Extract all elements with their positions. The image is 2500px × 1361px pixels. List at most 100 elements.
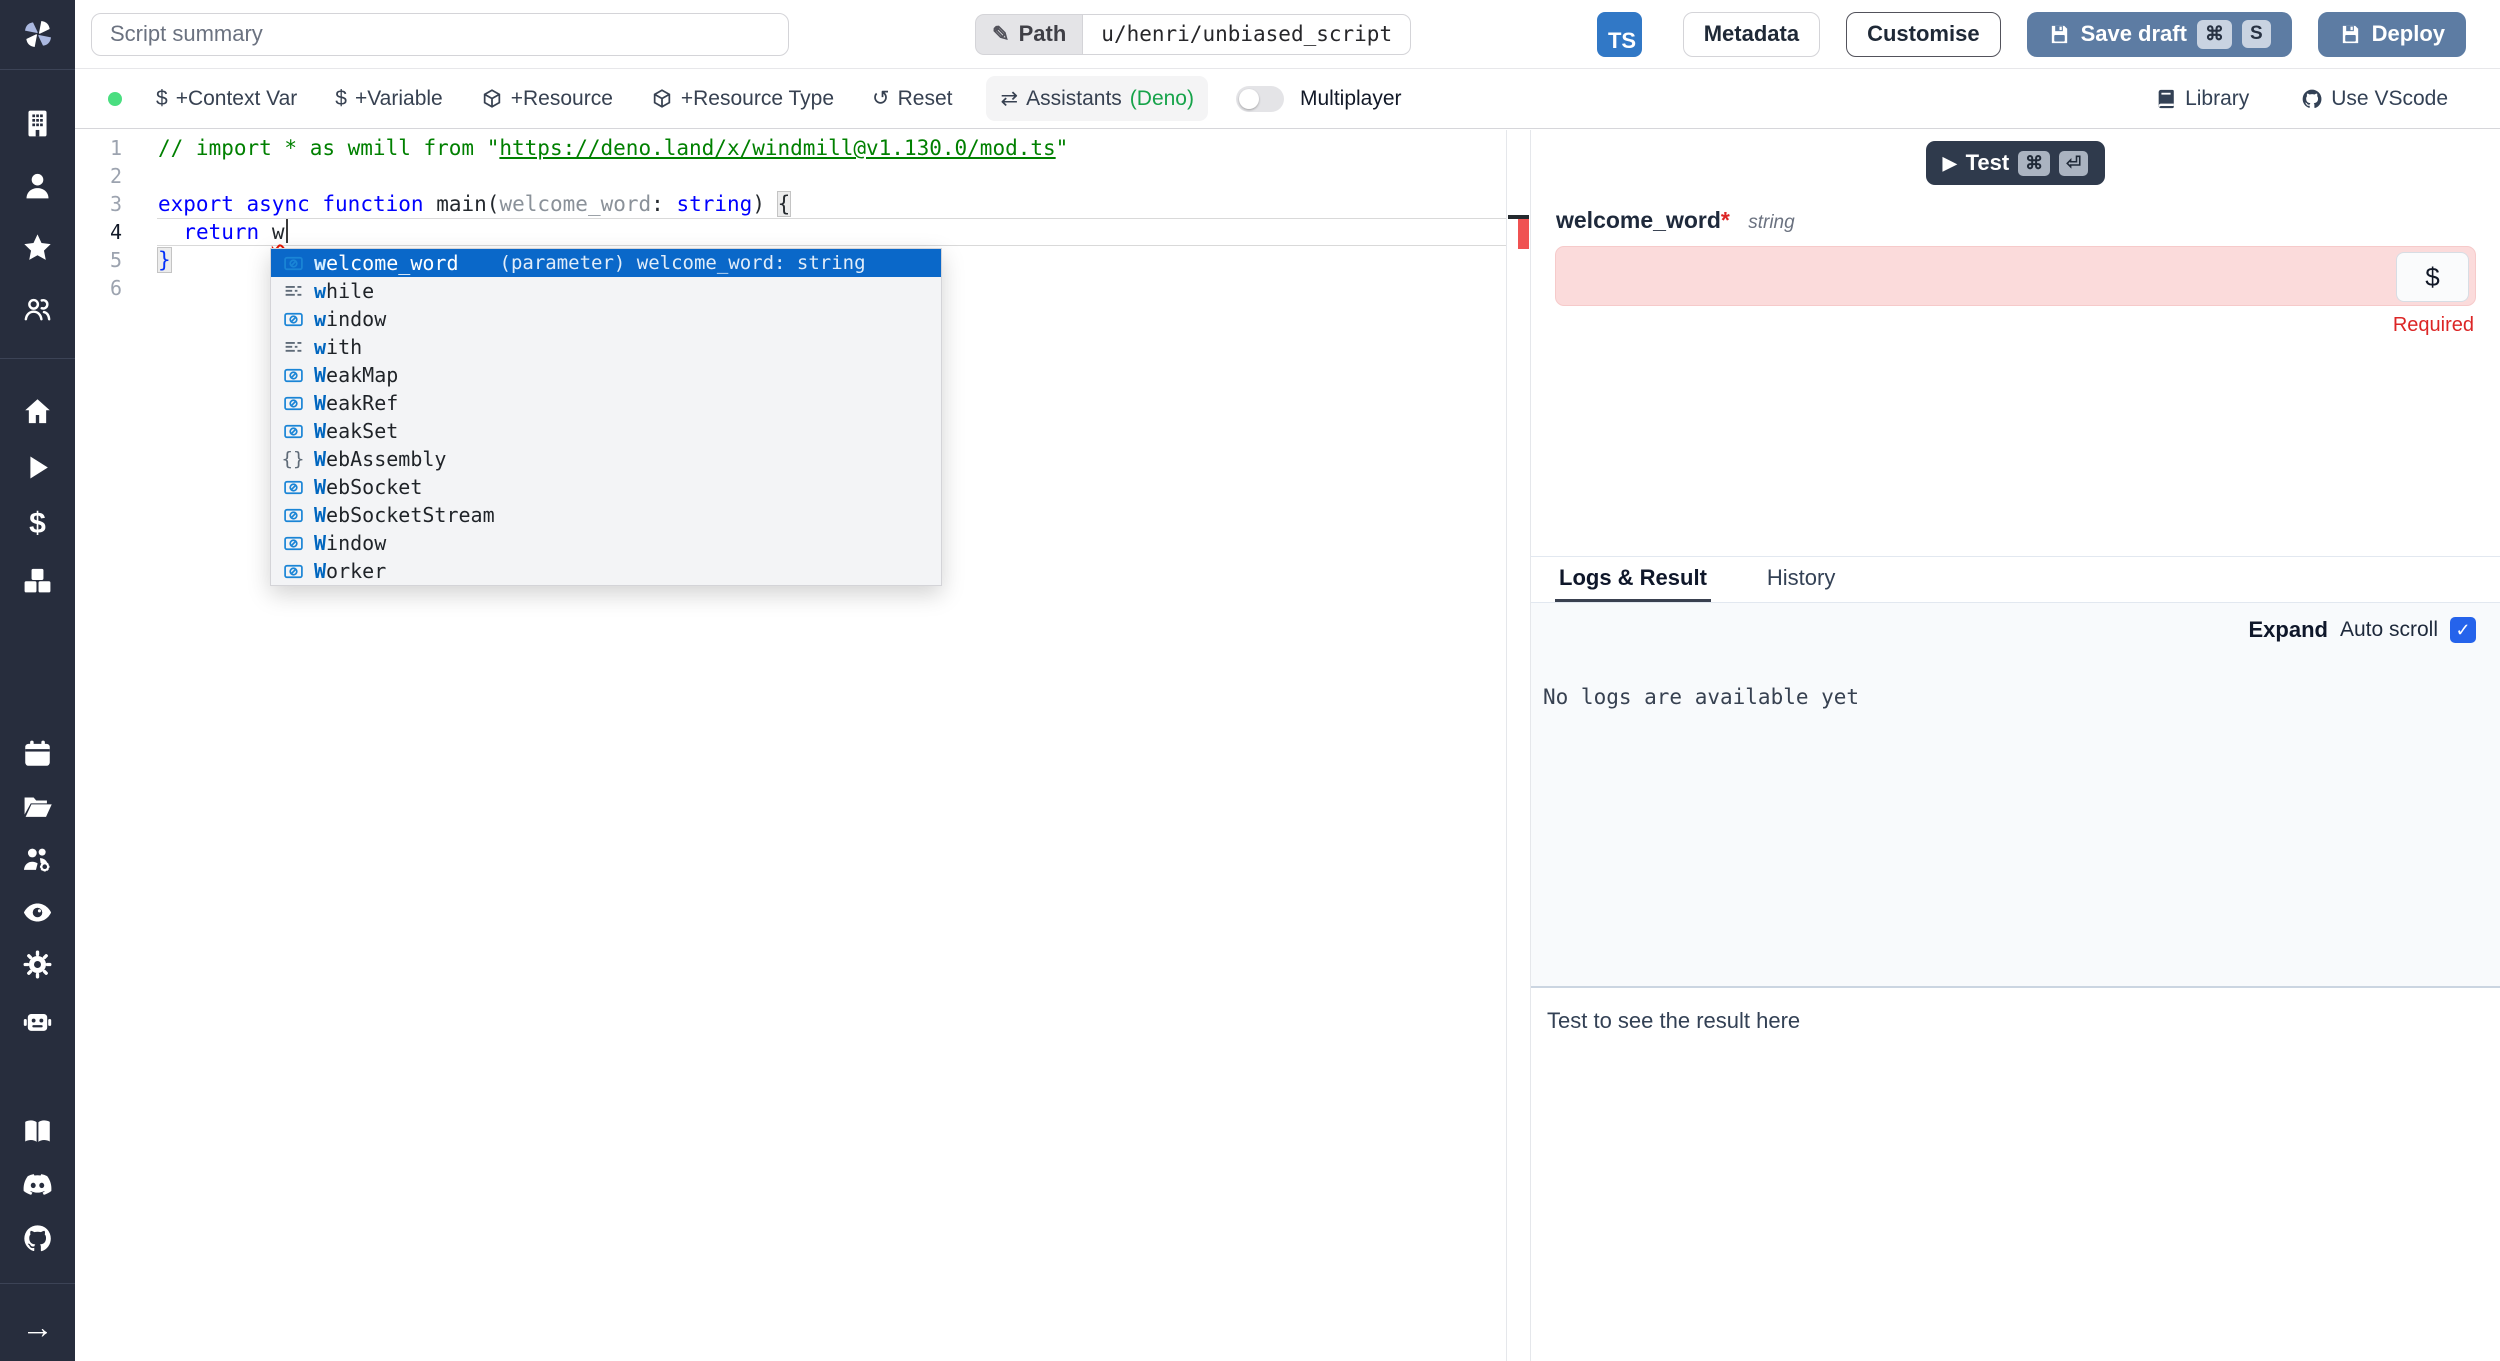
edit-path-button[interactable]: ✎ Path [975, 14, 1082, 55]
reset-button[interactable]: ↺ Reset [868, 80, 956, 117]
code-editor[interactable]: 123456 // import * as wmill from "https:… [75, 130, 1530, 1361]
autocomplete-label: WebSocketStream [314, 503, 495, 527]
folders-icon[interactable] [19, 788, 56, 825]
library-label: Library [2185, 87, 2249, 111]
line-number: 1 [75, 134, 158, 162]
resources-cubes-icon[interactable] [19, 562, 56, 599]
code-token [664, 192, 677, 216]
workspace-building-icon[interactable] [19, 105, 56, 142]
add-variable-button[interactable]: $ +Variable [331, 81, 446, 117]
autoscroll-checkbox[interactable]: ✓ [2450, 617, 2476, 643]
script-path-value[interactable]: u/henri/unbiased_script [1082, 14, 1411, 55]
favorites-star-icon[interactable] [19, 229, 56, 266]
save-draft-button[interactable]: Save draft ⌘ S [2027, 12, 2292, 57]
customise-button[interactable]: Customise [1846, 12, 2000, 57]
settings-gear-icon[interactable] [19, 946, 56, 983]
deploy-button[interactable]: Deploy [2318, 12, 2466, 57]
argument-label: welcome_word* string [1556, 207, 2500, 234]
variables-dollar-icon[interactable]: $ [19, 505, 56, 542]
code-line[interactable]: // import * as wmill from "https://deno.… [158, 134, 1506, 162]
autocomplete-label: WeakRef [314, 391, 398, 415]
play-icon: ▶ [1943, 153, 1957, 174]
toggle-knob [1239, 89, 1259, 109]
expand-button[interactable]: Expand [2248, 617, 2327, 643]
code-token: ( [487, 192, 500, 216]
user-icon[interactable] [19, 167, 56, 204]
code-token [310, 192, 323, 216]
autocomplete-item[interactable]: WeakMap [271, 361, 941, 389]
welcome-word-input[interactable]: $ [1555, 246, 2476, 306]
test-args-section: ▶ Test ⌘ ⏎ welcome_word* string $ Requir… [1531, 130, 2500, 556]
autocomplete-item[interactable]: welcome_word(parameter) welcome_word: st… [271, 249, 941, 277]
audit-eye-icon[interactable] [19, 894, 56, 931]
line-number: 4 [75, 218, 158, 246]
autocomplete-item[interactable]: while [271, 277, 941, 305]
autocomplete-item[interactable]: WebSocket [271, 473, 941, 501]
overview-error-marker [1518, 219, 1529, 249]
add-resource-button[interactable]: +Resource [477, 81, 617, 117]
code-token: function [322, 192, 423, 216]
autocomplete-item[interactable]: WeakRef [271, 389, 941, 417]
autocomplete-item[interactable]: window [271, 305, 941, 333]
pencil-icon: ✎ [992, 22, 1010, 47]
code-token [424, 192, 437, 216]
code-line[interactable] [158, 162, 1506, 190]
result-section: Test to see the result here [1531, 988, 2500, 1361]
variable-icon [279, 365, 307, 386]
add-resource-type-button[interactable]: +Resource Type [647, 81, 838, 117]
code-token [259, 220, 272, 244]
variable-icon [279, 505, 307, 526]
workers-robot-icon[interactable] [19, 1002, 56, 1039]
code-token: ) [752, 192, 765, 216]
tab-history[interactable]: History [1763, 557, 1839, 602]
windmill-script-editor: $→ ✎ Path u/henri/unbiased_script TS Met… [0, 0, 2500, 1361]
code-line[interactable]: export async function main(welcome_word:… [158, 190, 1506, 218]
schedules-calendar-icon[interactable] [19, 735, 56, 772]
runs-play-icon[interactable] [19, 449, 56, 486]
logs-section: Expand Auto scroll ✓ No logs are availab… [1531, 603, 2500, 986]
windmill-logo[interactable] [0, 12, 75, 56]
code-line[interactable]: return w [158, 218, 1506, 246]
multiplayer-toggle[interactable] [1236, 86, 1284, 112]
collapse-arrow-icon[interactable]: → [19, 1308, 56, 1345]
cube-icon [651, 88, 673, 110]
autocomplete-item[interactable]: Worker [271, 557, 941, 585]
sidebar-divider [0, 1283, 75, 1284]
autocomplete-detail: (parameter) welcome_word: string [500, 252, 866, 274]
add-context-var-button[interactable]: $ +Context Var [152, 81, 301, 117]
docs-book-icon[interactable] [19, 1113, 56, 1150]
groups-admin-icon[interactable] [19, 841, 56, 878]
use-vscode-button[interactable]: Use VScode [2297, 81, 2452, 117]
autocomplete-item[interactable]: Window [271, 529, 941, 557]
line-number: 2 [75, 162, 158, 190]
required-message: Required [1531, 314, 2474, 337]
kbd-cmd: ⌘ [2018, 151, 2050, 176]
test-button[interactable]: ▶ Test ⌘ ⏎ [1926, 141, 2106, 185]
argument-name: welcome_word [1556, 207, 1721, 233]
use-vscode-label: Use VScode [2331, 87, 2448, 111]
code-token: { [778, 192, 791, 216]
github-icon[interactable] [19, 1220, 56, 1257]
autocomplete-item[interactable]: {}WebAssembly [271, 445, 941, 473]
assistants-button[interactable]: ⇄ Assistants (Deno) [986, 76, 1208, 121]
script-summary-input[interactable] [91, 13, 789, 56]
user-group-icon[interactable] [19, 291, 56, 328]
autocomplete-item[interactable]: WebSocketStream [271, 501, 941, 529]
tab-logs-and-result[interactable]: Logs & Result [1555, 557, 1711, 602]
code-token: // import * as wmill from " [158, 136, 499, 160]
home-icon[interactable] [19, 393, 56, 430]
add-context-var-label: +Context Var [176, 87, 298, 111]
deploy-save-icon [2339, 23, 2362, 46]
multiplayer-label: Multiplayer [1300, 87, 1402, 111]
required-asterisk: * [1721, 207, 1730, 233]
metadata-button[interactable]: Metadata [1683, 12, 1820, 57]
result-placeholder: Test to see the result here [1547, 1008, 2484, 1034]
autocomplete-item[interactable]: WeakSet [271, 417, 941, 445]
deploy-label: Deploy [2372, 21, 2445, 47]
library-button[interactable]: Library [2151, 81, 2253, 117]
discord-icon[interactable] [19, 1166, 56, 1203]
topbar-actions: Metadata Customise Save draft ⌘ S Deploy [1683, 12, 2500, 57]
insert-variable-button[interactable]: $ [2396, 252, 2469, 302]
autocomplete-item[interactable]: with [271, 333, 941, 361]
github-icon [2301, 88, 2323, 110]
